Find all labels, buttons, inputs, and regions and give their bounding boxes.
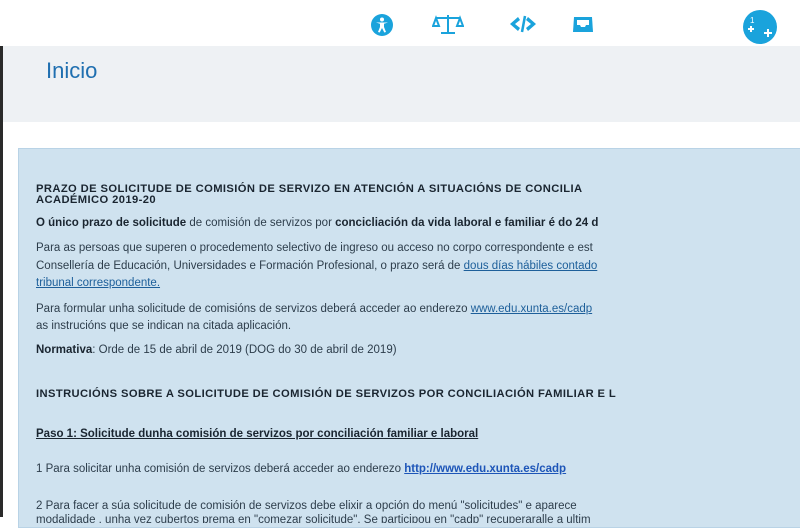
access-text: Para formular unha solicitude de comisió… — [36, 303, 471, 315]
instructions-heading: INSTRUCIÓNS SOBRE A SOLICITUDE DE COMISI… — [36, 388, 617, 400]
normativa-label: Normativa — [36, 344, 93, 356]
paragraph-new-staff-line2: Consellería de Educación, Universidades … — [36, 259, 597, 273]
new-staff-text: Consellería de Educación, Universidades … — [36, 260, 464, 272]
paragraph-deadline: O único prazo de solicitude de comisión … — [36, 216, 598, 230]
step1-cadp-link[interactable]: http://www.edu.xunta.es/cadp — [404, 463, 566, 475]
normativa-line: Normativa: Orde de 15 de abril de 2019 (… — [36, 343, 397, 357]
inbox-icon[interactable] — [571, 13, 595, 40]
top-bar: 1 — [0, 0, 800, 46]
tribunal-link[interactable]: tribunal correspondente. — [36, 277, 160, 289]
two-days-link[interactable]: dous días hábiles contado — [464, 260, 598, 272]
paragraph-access-line2: as instrucións que se indican na citada … — [36, 320, 292, 332]
page-header: Inicio — [3, 46, 800, 122]
accessibility-icon[interactable] — [370, 13, 394, 42]
step1-text: 1 Para solicitar unha comisión de serviz… — [36, 463, 405, 475]
legal-icon[interactable] — [431, 13, 465, 40]
page-title: Inicio — [46, 58, 98, 83]
notice-heading-line2: ACADÉMICO 2019-20 — [36, 194, 156, 206]
step1-line: 1 Para solicitar unha comisión de serviz… — [36, 462, 566, 476]
deadline-bold-2: concicliación da vida laboral e familiar… — [335, 217, 599, 229]
cadp-link[interactable]: www.edu.xunta.es/cadp — [471, 303, 592, 315]
notice-panel: PRAZO DE SOLICITUDE DE COMISIÓN DE SERVI… — [18, 148, 800, 528]
code-icon[interactable] — [508, 14, 538, 39]
faces-icon-badge: 1 — [750, 16, 755, 25]
step2-line1: 2 Para facer a súa solicitude de comisió… — [36, 500, 577, 512]
deadline-bold-1: O único prazo de solicitude — [36, 217, 187, 229]
deadline-text: de comisión de servizos por — [186, 217, 336, 229]
normativa-text: : Orde de 15 de abril de 2019 (DOG do 30… — [92, 344, 397, 356]
step2-line2: modalidade , unha vez cubertos prema en … — [36, 514, 591, 523]
faces-icon[interactable]: 1 — [740, 8, 782, 49]
paragraph-new-staff-line3: tribunal correspondente. — [36, 276, 160, 290]
paragraph-access-line1: Para formular unha solicitude de comisió… — [36, 302, 592, 316]
paragraph-new-staff-line1: Para as persoas que superen o procedemen… — [36, 242, 593, 254]
step1-heading: Paso 1: Solicitude dunha comisión de ser… — [36, 428, 479, 440]
